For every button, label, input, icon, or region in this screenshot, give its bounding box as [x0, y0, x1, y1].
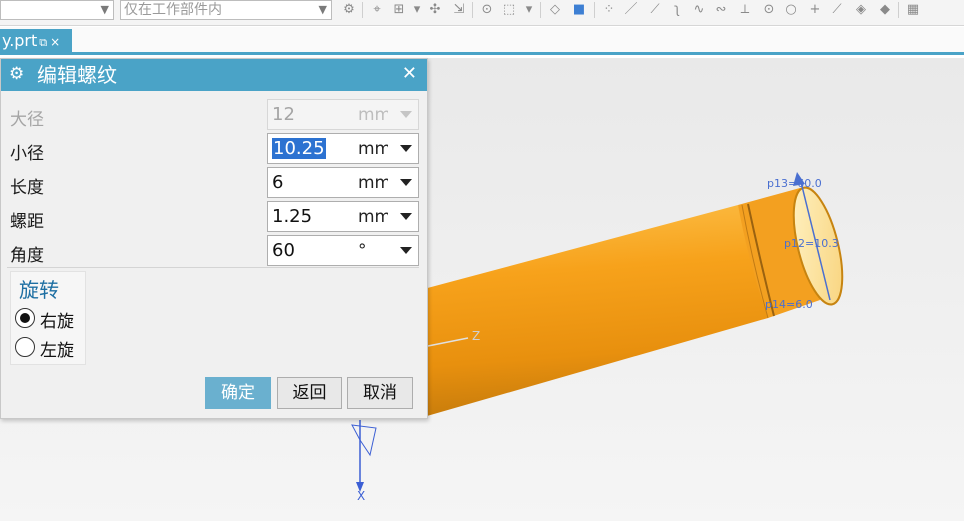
major-diameter-unit: mm — [358, 105, 388, 125]
toolbar-separator — [898, 2, 899, 18]
pitch-field[interactable]: 1.25 mm — [267, 201, 419, 232]
wave-icon[interactable]: ∾ — [712, 2, 730, 18]
chevron-down-icon[interactable] — [400, 179, 412, 186]
chevron-down-icon[interactable]: ▾ — [408, 2, 426, 18]
length-unit[interactable]: mm — [358, 173, 388, 193]
toolbar-separator — [540, 2, 541, 18]
minor-diameter-label: 小径 — [10, 144, 44, 164]
document-tab-strip: y.prt ⧉ × — [0, 27, 964, 55]
chevron-down-icon[interactable] — [400, 213, 412, 220]
toolbar-separator — [472, 2, 473, 18]
edit-thread-dialog: ⚙ 编辑螺纹 ✕ 大径 12 mm 小径 10.25 mm 长度 6 mm 螺距… — [0, 58, 428, 419]
diagonal-line-icon[interactable]: ⟋ — [828, 2, 846, 18]
length-field[interactable]: 6 mm — [267, 167, 419, 198]
minor-diameter-field[interactable]: 10.25 mm — [267, 133, 419, 164]
ok-button[interactable]: 确定 — [205, 377, 271, 409]
document-tab[interactable]: y.prt ⧉ × — [0, 29, 72, 55]
p14-dimension-label[interactable]: p14=6.0 — [765, 298, 813, 311]
point-cloud-icon[interactable]: ⁘ — [600, 2, 618, 18]
gear-icon[interactable]: ⚙ — [9, 64, 24, 84]
main-toolbar: ▼ 仅在工作部件内 ▼ ⚙ ⌖ ⊞ ▾ ✣ ⇲ ⊙ ⬚ ▾ ◇ ■ ⁘ ／ ⟋ … — [0, 0, 964, 26]
back-button[interactable]: 返回 — [277, 377, 342, 409]
radio-left-hand[interactable]: 左旋 — [15, 335, 87, 361]
minor-diameter-unit[interactable]: mm — [358, 139, 388, 159]
selection-scope-combo[interactable]: 仅在工作部件内 ▼ — [120, 0, 332, 20]
cylinder-body — [420, 205, 768, 418]
row-length: 长度 6 mm — [1, 167, 429, 201]
plus-point-icon[interactable]: + — [806, 2, 824, 18]
angle-value[interactable]: 60 — [272, 240, 295, 261]
x-axis-label: X — [357, 489, 365, 503]
line-endpoint-icon[interactable]: ⟋ — [646, 2, 664, 18]
angle-unit[interactable]: ° — [358, 241, 388, 261]
spline-icon[interactable]: ∿ — [690, 2, 708, 18]
rotation-group-title[interactable]: 旋转 — [19, 274, 59, 303]
dialog-title: 编辑螺纹 — [37, 63, 117, 87]
major-diameter-field: 12 mm — [267, 99, 419, 130]
p12-dimension-label[interactable]: p12=10.3 — [784, 237, 839, 250]
solid-body-icon[interactable]: ■ — [570, 2, 588, 18]
left-hand-label[interactable]: 左旋 — [40, 336, 74, 361]
angle-label: 角度 — [10, 246, 44, 266]
snap-point-icon[interactable]: ⌖ — [368, 2, 386, 18]
box-select-icon[interactable]: ⬚ — [500, 2, 518, 18]
length-label: 长度 — [10, 178, 44, 198]
view-face-icon[interactable]: ◈ — [852, 2, 870, 18]
csys-triad — [351, 424, 377, 457]
chevron-down-icon[interactable] — [400, 247, 412, 254]
close-icon[interactable]: × — [50, 35, 60, 49]
minor-diameter-value[interactable]: 10.25 — [272, 138, 326, 159]
document-tab-label: y.prt — [2, 31, 38, 50]
right-hand-label[interactable]: 右旋 — [40, 307, 74, 332]
cancel-button[interactable]: 取消 — [347, 377, 413, 409]
z-axis-label: Z — [472, 329, 480, 343]
p13-dimension-label[interactable]: p13=60.0 — [767, 177, 822, 190]
chevron-down-icon: ▼ — [318, 3, 327, 16]
row-minor-diameter: 小径 10.25 mm — [1, 133, 429, 167]
transform-icon[interactable]: ⇲ — [450, 2, 468, 18]
dialog-title-bar[interactable]: ⚙ 编辑螺纹 ✕ — [1, 59, 427, 91]
pitch-value[interactable]: 1.25 — [272, 206, 312, 227]
radio-right-hand[interactable]: 右旋 — [15, 306, 87, 332]
length-value[interactable]: 6 — [272, 172, 283, 193]
row-major-diameter: 大径 12 mm — [1, 99, 429, 133]
center-point-icon[interactable]: ⊙ — [760, 2, 778, 18]
selection-filter-combo[interactable]: ▼ — [0, 0, 114, 20]
feature-filter-icon[interactable]: ⚙ — [340, 2, 358, 18]
pitch-unit[interactable]: mm — [358, 207, 388, 227]
chevron-down-icon — [400, 111, 412, 118]
radio-checked-indicator[interactable] — [15, 308, 35, 328]
chevron-down-icon: ▼ — [100, 3, 109, 16]
major-diameter-value: 12 — [272, 104, 295, 125]
pitch-label: 螺距 — [10, 212, 44, 232]
radio-unchecked-indicator[interactable] — [15, 337, 35, 357]
major-diameter-label: 大径 — [10, 110, 44, 130]
toolbar-separator — [594, 2, 595, 18]
curve-icon[interactable]: ʅ — [668, 2, 686, 18]
chevron-down-icon[interactable]: ▾ — [520, 2, 538, 18]
chevron-down-icon[interactable] — [400, 145, 412, 152]
move-icon[interactable]: ✣ — [426, 2, 444, 18]
tangent-icon[interactable]: ⟂ — [736, 2, 754, 18]
circle-icon[interactable]: ○ — [782, 2, 800, 18]
show-body-icon[interactable]: ◇ — [546, 2, 564, 18]
section-divider — [7, 267, 419, 268]
toolbar-separator — [362, 2, 363, 18]
line-icon[interactable]: ／ — [622, 2, 640, 18]
pin-icon[interactable]: ⧉ — [39, 36, 47, 49]
lasso-select-icon[interactable]: ⊙ — [478, 2, 496, 18]
snap-menu-icon[interactable]: ⊞ — [390, 2, 408, 18]
selection-scope-value: 仅在工作部件内 — [124, 2, 222, 18]
rotation-group: 旋转 右旋 左旋 — [10, 271, 86, 365]
row-pitch: 螺距 1.25 mm — [1, 201, 429, 235]
row-angle: 角度 60 ° — [1, 235, 429, 269]
angle-field[interactable]: 60 ° — [267, 235, 419, 266]
close-icon[interactable]: ✕ — [402, 63, 417, 84]
table-icon[interactable]: ▦ — [904, 2, 922, 18]
render-icon[interactable]: ◆ — [876, 2, 894, 18]
